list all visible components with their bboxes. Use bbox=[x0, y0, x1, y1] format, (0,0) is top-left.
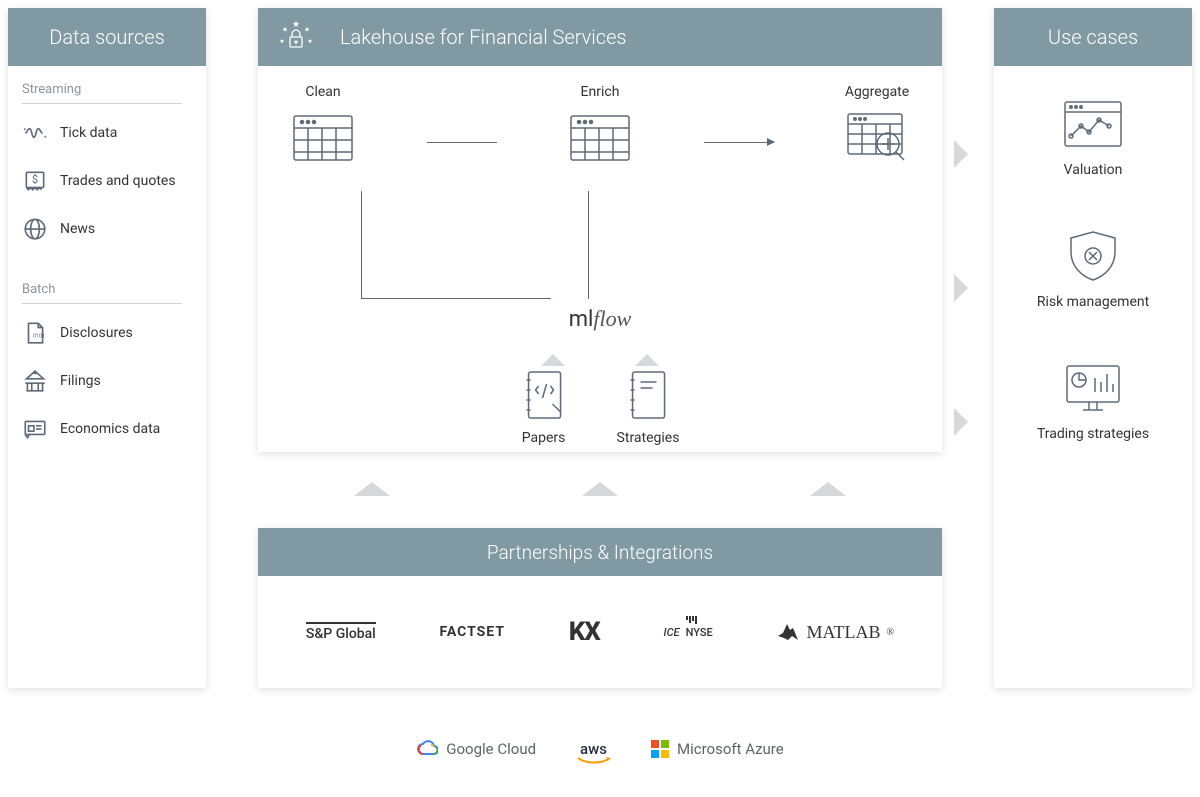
globe-icon bbox=[22, 216, 48, 242]
stage-enrich: Enrich bbox=[565, 84, 635, 168]
microsoft-icon bbox=[651, 740, 669, 758]
batch-title: Batch bbox=[22, 282, 192, 297]
logo-google-cloud: Google Cloud bbox=[416, 740, 536, 758]
arrow-connector bbox=[427, 142, 497, 143]
tick-icon bbox=[22, 120, 48, 146]
ds-item-filings: Filings bbox=[22, 368, 192, 394]
bracket-connector bbox=[588, 191, 589, 299]
up-arrows bbox=[541, 354, 659, 366]
aws-smile-icon bbox=[576, 756, 612, 768]
logo-aws: aws bbox=[580, 740, 607, 758]
partnerships-panel: Partnerships & Integrations S&P Global F… bbox=[258, 528, 942, 688]
mid-up-arrows bbox=[258, 482, 942, 496]
shield-icon bbox=[1061, 228, 1125, 284]
matlab-icon bbox=[776, 622, 800, 642]
up-arrow-icon bbox=[635, 354, 659, 366]
right-arrow-icon bbox=[954, 274, 968, 302]
lakehouse-stages: Clean Enrich Aggregate bbox=[288, 84, 912, 168]
divider bbox=[22, 303, 182, 304]
right-arrow-icon bbox=[954, 140, 968, 168]
use-cases-panel: Use cases Valuation Risk management Trad… bbox=[994, 8, 1192, 688]
ds-label: Tick data bbox=[60, 125, 117, 141]
document-icon: 0101 bbox=[22, 320, 48, 346]
table-icon bbox=[565, 108, 635, 168]
news-card-icon bbox=[22, 416, 48, 442]
divider bbox=[22, 103, 182, 104]
docs-row: Papers Strategies bbox=[521, 368, 680, 446]
ds-label: Economics data bbox=[60, 421, 160, 437]
ds-label: Trades and quotes bbox=[60, 173, 176, 189]
logo-factset: FACTSET bbox=[439, 624, 505, 640]
table-icon bbox=[288, 108, 358, 168]
cloud-providers: Google Cloud aws Microsoft Azure bbox=[0, 740, 1200, 758]
dashboard-icon bbox=[1061, 360, 1125, 416]
data-sources-title: Data sources bbox=[49, 25, 165, 49]
arrow-connector bbox=[704, 142, 774, 143]
ds-item-tick-data: Tick data bbox=[22, 120, 192, 146]
right-arrows bbox=[954, 140, 968, 436]
uc-risk: Risk management bbox=[1012, 228, 1174, 310]
stage-clean: Clean bbox=[288, 84, 358, 168]
doc-papers: Papers bbox=[521, 368, 567, 446]
up-arrow-icon bbox=[582, 482, 618, 496]
streaming-title: Streaming bbox=[22, 82, 192, 97]
capitol-icon bbox=[22, 368, 48, 394]
lakehouse-title: Lakehouse for Financial Services bbox=[340, 25, 627, 49]
logo-ice-nyse: ICE NYSE bbox=[664, 626, 713, 639]
right-arrow-icon bbox=[954, 408, 968, 436]
logo-matlab: MATLAB® bbox=[776, 622, 894, 643]
uc-label: Trading strategies bbox=[1037, 426, 1149, 442]
uc-valuation: Valuation bbox=[1012, 96, 1174, 178]
stage-label: Clean bbox=[305, 84, 340, 100]
svg-text:$: $ bbox=[32, 173, 38, 186]
logo-kx: KX bbox=[569, 617, 600, 647]
doc-label: Papers bbox=[522, 430, 566, 446]
partnerships-body: S&P Global FACTSET KX ICE NYSE MATLAB® bbox=[258, 576, 942, 688]
uc-trading: Trading strategies bbox=[1012, 360, 1174, 442]
up-arrow-icon bbox=[354, 482, 390, 496]
lakehouse-header: Lakehouse for Financial Services bbox=[258, 8, 942, 66]
ds-item-trades: $ Trades and quotes bbox=[22, 168, 192, 194]
use-cases-title: Use cases bbox=[1048, 25, 1138, 49]
cloud-label: Google Cloud bbox=[446, 740, 536, 758]
google-cloud-icon bbox=[416, 740, 438, 758]
lakehouse-panel: Lakehouse for Financial Services Clean E… bbox=[258, 8, 942, 452]
bracket-connector bbox=[361, 191, 551, 299]
ds-label: Disclosures bbox=[60, 325, 133, 341]
ds-item-economics: Economics data bbox=[22, 416, 192, 442]
lock-stars-icon bbox=[272, 15, 320, 59]
cloud-label: Microsoft Azure bbox=[677, 740, 784, 758]
dollar-receipt-icon: $ bbox=[22, 168, 48, 194]
svg-text:0101: 0101 bbox=[33, 333, 45, 339]
uc-label: Valuation bbox=[1064, 162, 1123, 178]
up-arrow-icon bbox=[810, 482, 846, 496]
lakehouse-body: Clean Enrich Aggregate mlflow bbox=[258, 66, 942, 452]
use-cases-body: Valuation Risk management Trading strate… bbox=[994, 66, 1192, 472]
uc-label: Risk management bbox=[1037, 294, 1149, 310]
mlflow-label: mlflow bbox=[569, 306, 632, 332]
data-sources-header: Data sources bbox=[8, 8, 206, 66]
partnerships-header: Partnerships & Integrations bbox=[258, 528, 942, 576]
logo-azure: Microsoft Azure bbox=[651, 740, 784, 758]
stage-aggregate: Aggregate bbox=[842, 84, 912, 168]
data-sources-panel: Data sources Streaming Tick data $ Trade… bbox=[8, 8, 206, 688]
ds-label: News bbox=[60, 221, 95, 237]
partnerships-title: Partnerships & Integrations bbox=[487, 541, 713, 564]
notebook-code-icon bbox=[521, 368, 567, 422]
use-cases-header: Use cases bbox=[994, 8, 1192, 66]
ds-item-news: News bbox=[22, 216, 192, 242]
table-magnify-icon bbox=[842, 108, 912, 168]
logo-sp-global: S&P Global bbox=[306, 622, 376, 642]
ds-label: Filings bbox=[60, 373, 101, 389]
up-arrow-icon bbox=[541, 354, 565, 366]
doc-strategies: Strategies bbox=[617, 368, 680, 446]
stage-label: Aggregate bbox=[845, 84, 909, 100]
ds-item-disclosures: 0101 Disclosures bbox=[22, 320, 192, 346]
notebook-lines-icon bbox=[625, 368, 671, 422]
doc-label: Strategies bbox=[617, 430, 680, 446]
data-sources-body: Streaming Tick data $ Trades and quotes … bbox=[8, 66, 206, 480]
chart-window-icon bbox=[1061, 96, 1125, 152]
stage-label: Enrich bbox=[581, 84, 620, 100]
